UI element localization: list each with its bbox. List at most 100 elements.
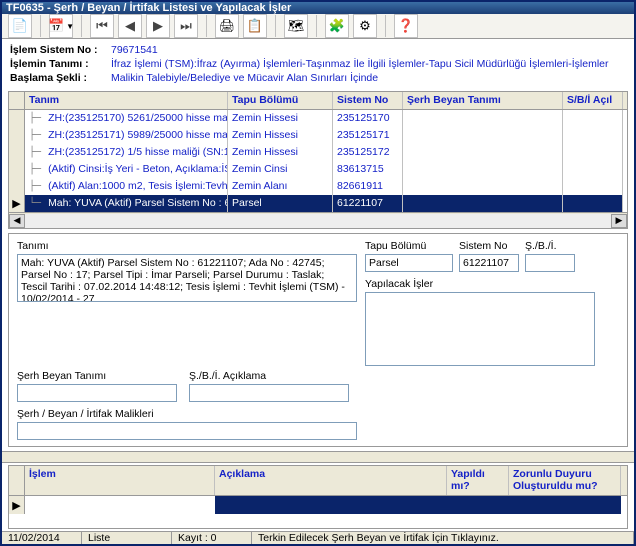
logo-button[interactable]: 📄 [8, 14, 32, 38]
col-tanim[interactable]: Tanım [25, 92, 228, 109]
cell-sistem[interactable]: 235125170 [333, 110, 403, 127]
status-date: 11/02/2014 [2, 532, 82, 544]
table-row[interactable]: ├─ ZH:(235125172) 1/5 hisse maliği (SN:1… [9, 144, 627, 161]
calendar-button[interactable]: 📅▼ [49, 14, 73, 38]
map-button[interactable]: 🗺 [284, 14, 308, 38]
table-row[interactable]: ├─ ZH:(235125170) 5261/25000 hisse malıZ… [9, 110, 627, 127]
sbi-acik-input[interactable] [189, 384, 349, 402]
table-row[interactable]: ├─ (Aktif) Alan:1000 m2, Tesis İşlemi:Te… [9, 178, 627, 195]
calendar-icon: 📅 [48, 18, 64, 34]
grid2-empty [9, 514, 627, 528]
label-det-sbi: Ş./B./İ. [525, 240, 575, 252]
toolbar: 📄 📅▼ ⏮ ◀ ▶ ⏭ 🖨 📋 🗺 🧩 ⚙ ❓ [2, 14, 634, 39]
col2-islem[interactable]: İşlem [25, 466, 215, 495]
cell-yap[interactable] [447, 496, 509, 514]
col-tapu[interactable]: Tapu Bölümü [228, 92, 333, 109]
label-sbi-acik: Ş./B./İ. Açıklama [189, 370, 349, 382]
tanimi-readonly: Mah: YUVA (Aktif) Parsel Sistem No : 612… [17, 254, 357, 302]
cell-sbi[interactable] [563, 127, 623, 144]
cell-islem[interactable] [25, 496, 215, 514]
dropdown-icon: ▼ [66, 22, 74, 31]
col2-acik[interactable]: Açıklama [215, 466, 447, 495]
help-button[interactable]: ❓ [394, 14, 418, 38]
scroll-right-icon[interactable]: ▶ [611, 214, 627, 228]
table-row[interactable]: ▶└─ Mah: YUVA (Aktif) Parsel Sistem No :… [9, 195, 627, 212]
table-row[interactable]: ├─ (Aktif) Cinsi:İş Yeri - Beton, Açıkla… [9, 161, 627, 178]
cell-serh[interactable] [403, 178, 563, 195]
row-marker-icon: ▶ [9, 496, 25, 514]
cell-tanim[interactable]: ├─ ZH:(235125170) 5261/25000 hisse malı [25, 110, 228, 127]
scroll-track[interactable] [25, 214, 611, 228]
cell-sbi[interactable] [563, 144, 623, 161]
row-marker: ▶ [9, 195, 25, 212]
row-gutter-header [9, 92, 25, 109]
cell-sistem[interactable]: 235125171 [333, 127, 403, 144]
col2-yap[interactable]: Yapıldı mı? [447, 466, 509, 495]
cell-serh[interactable] [403, 127, 563, 144]
label-tanimi: Tanımı [17, 240, 357, 252]
cell-serh[interactable] [403, 195, 563, 212]
cell-tapu[interactable]: Zemin Hissesi [228, 144, 333, 161]
cell-sbi[interactable] [563, 161, 623, 178]
status-kayit: Kayıt : 0 [172, 532, 252, 544]
cell-tapu[interactable]: Zemin Hissesi [228, 127, 333, 144]
label-serh-beyan: Şerh Beyan Tanımı [17, 370, 177, 382]
nav-prev-button[interactable]: ◀ [118, 14, 142, 38]
detail-pane: Tanımı Mah: YUVA (Aktif) Parsel Sistem N… [8, 233, 628, 447]
nav-last-button[interactable]: ⏭ [174, 14, 198, 38]
cell-serh[interactable] [403, 144, 563, 161]
cell-sistem[interactable]: 82661911 [333, 178, 403, 195]
cell-sistem[interactable]: 83613715 [333, 161, 403, 178]
label-yapilacak: Yapılacak İşler [365, 278, 595, 290]
nav-next-button[interactable]: ▶ [146, 14, 170, 38]
cell-tapu[interactable]: Zemin Hissesi [228, 110, 333, 127]
col2-zor[interactable]: Zorunlu Duyuru Oluşturuldu mu? [509, 466, 621, 495]
window-title: TF0635 - Şerh / Beyan / İrtifak Listesi … [6, 2, 291, 14]
cell-acik[interactable] [215, 496, 447, 514]
main-grid[interactable]: Tanım Tapu Bölümü Sistem No Şerh Beyan T… [8, 91, 628, 229]
splitter[interactable] [2, 451, 634, 463]
tree-button[interactable]: 🧩 [325, 14, 349, 38]
det-tapu: Parsel [365, 254, 453, 272]
serh-beyan-input[interactable] [17, 384, 177, 402]
grid-header: Tanım Tapu Bölümü Sistem No Şerh Beyan T… [9, 92, 627, 110]
value-baslama: Malikin Talebiyle/Belediye ve Mücavir Al… [111, 71, 378, 85]
det-sbi [525, 254, 575, 272]
nav-first-button[interactable]: ⏮ [90, 14, 114, 38]
cell-sbi[interactable] [563, 110, 623, 127]
cell-tanim[interactable]: ├─ (Aktif) Cinsi:İş Yeri - Beton, Açıkla… [25, 161, 228, 178]
malik-input[interactable] [17, 422, 357, 440]
col-serh[interactable]: Şerh Beyan Tanımı [403, 92, 563, 109]
cell-sbi[interactable] [563, 195, 623, 212]
grid-body: ├─ ZH:(235125170) 5261/25000 hisse malıZ… [9, 110, 627, 212]
print-button[interactable]: 🖨 [215, 14, 239, 38]
yapilacak-box [365, 292, 595, 366]
cell-tapu[interactable]: Zemin Cinsi [228, 161, 333, 178]
col-sbi[interactable]: S/B/İ Açıl [563, 92, 623, 109]
table-row[interactable]: ├─ ZH:(235125171) 5989/25000 hisse malıZ… [9, 127, 627, 144]
info-panel: İşlem Sistem No :79671541 İşlemin Tanımı… [2, 39, 634, 89]
cell-tanim[interactable]: ├─ ZH:(235125171) 5989/25000 hisse malı [25, 127, 228, 144]
value-sistem-no: 79671541 [111, 43, 158, 57]
misc-button[interactable]: ⚙ [353, 14, 377, 38]
cell-sistem[interactable]: 61221107 [333, 195, 403, 212]
list-button[interactable]: 📋 [243, 14, 267, 38]
actions-grid[interactable]: İşlem Açıklama Yapıldı mı? Zorunlu Duyur… [8, 465, 628, 529]
col-sistem[interactable]: Sistem No [333, 92, 403, 109]
cell-tanim[interactable]: ├─ ZH:(235125172) 1/5 hisse maliği (SN:1… [25, 144, 228, 161]
cell-zor[interactable] [509, 496, 621, 514]
cell-tapu[interactable]: Zemin Alanı [228, 178, 333, 195]
app-window: TF0635 - Şerh / Beyan / İrtifak Listesi … [0, 0, 636, 546]
grid2-row[interactable]: ▶ [9, 496, 627, 514]
scroll-left-icon[interactable]: ◀ [9, 214, 25, 228]
cell-serh[interactable] [403, 110, 563, 127]
label-baslama: Başlama Şekli : [10, 71, 105, 85]
h-scrollbar[interactable]: ◀ ▶ [9, 212, 627, 228]
title-bar[interactable]: TF0635 - Şerh / Beyan / İrtifak Listesi … [2, 2, 634, 14]
cell-tanim[interactable]: ├─ (Aktif) Alan:1000 m2, Tesis İşlemi:Te… [25, 178, 228, 195]
cell-tanim[interactable]: └─ Mah: YUVA (Aktif) Parsel Sistem No : … [25, 195, 228, 212]
cell-sbi[interactable] [563, 178, 623, 195]
cell-tapu[interactable]: Parsel [228, 195, 333, 212]
cell-sistem[interactable]: 235125172 [333, 144, 403, 161]
cell-serh[interactable] [403, 161, 563, 178]
